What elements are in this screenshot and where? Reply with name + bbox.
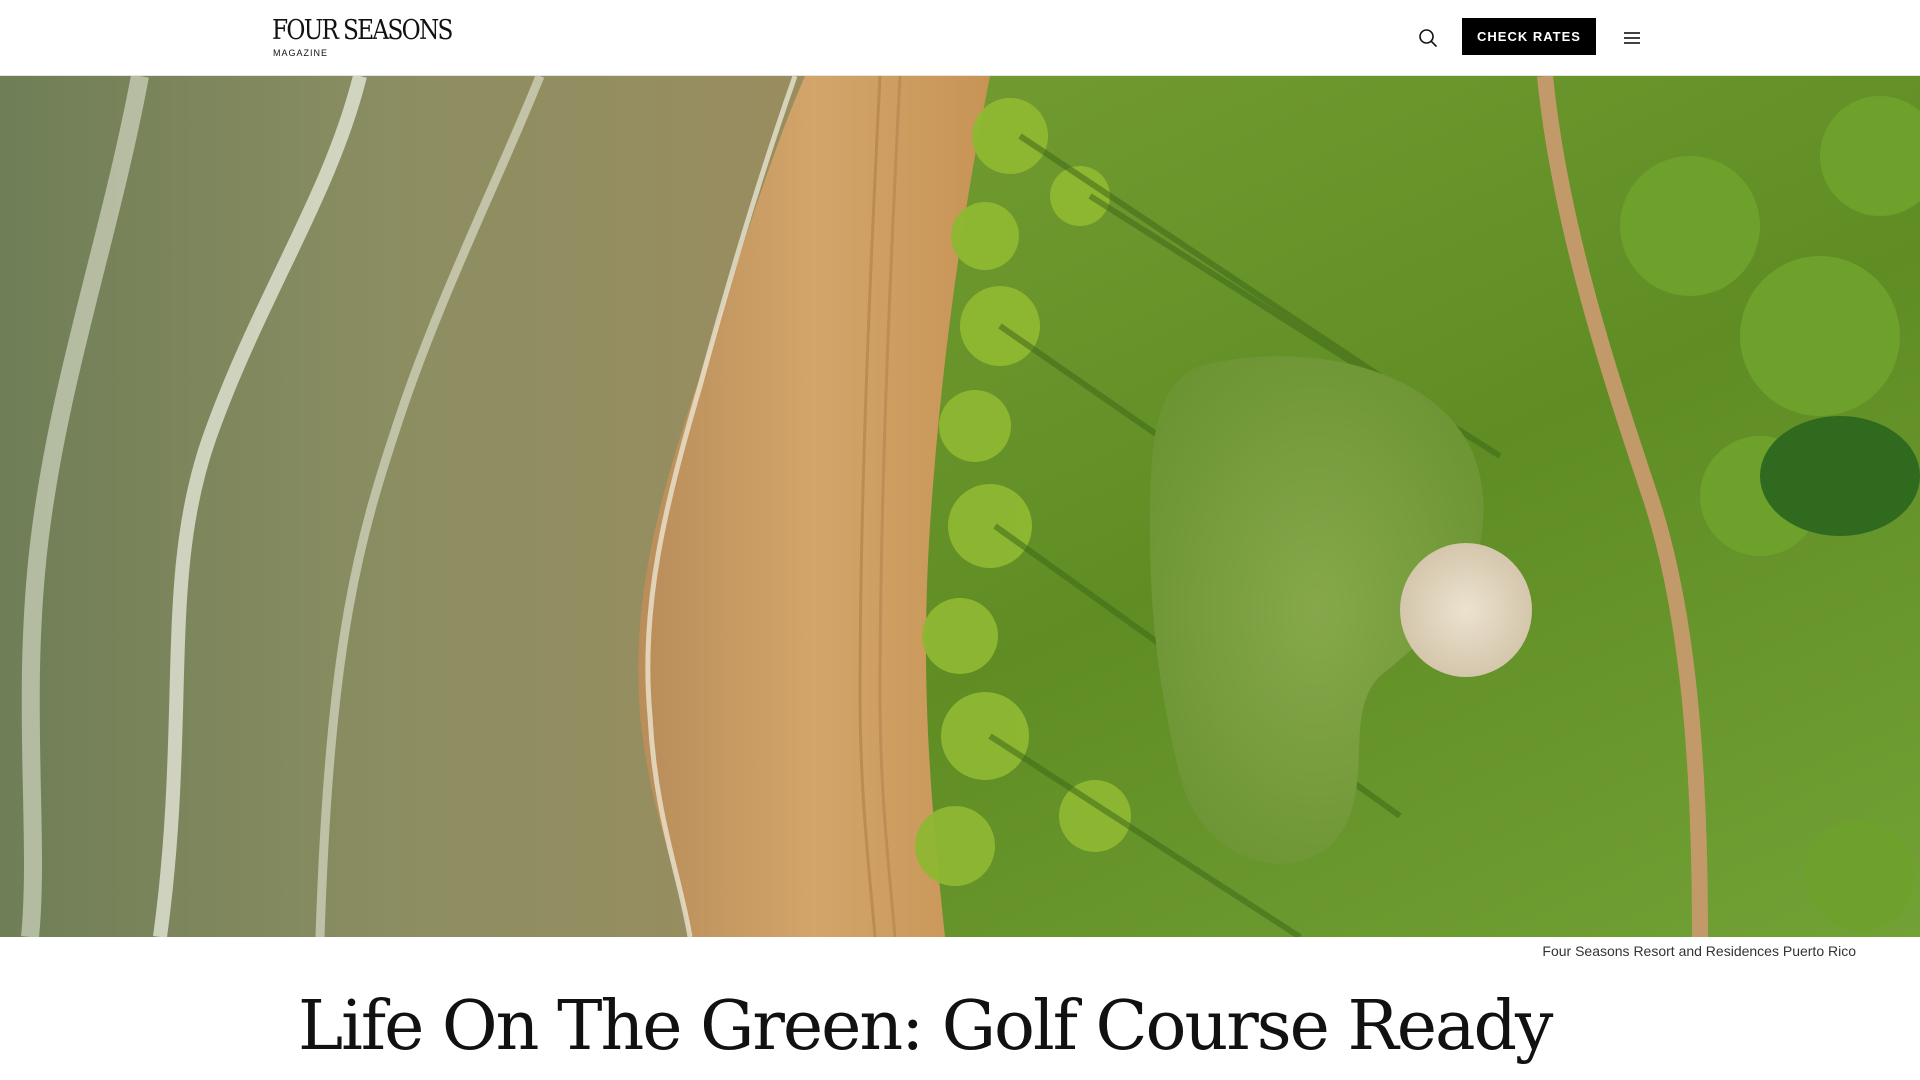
- aerial-golf-course-image: [0, 76, 1920, 937]
- menu-button[interactable]: [1620, 28, 1644, 48]
- four-seasons-magazine-logo[interactable]: FOUR SEASONS MAGAZINE: [272, 16, 453, 59]
- search-icon: [1419, 29, 1437, 47]
- check-rates-button[interactable]: CHECK RATES: [1462, 18, 1596, 55]
- article-title: Life On The Green: Golf Course Ready: [298, 987, 1553, 1066]
- logo-wordmark: FOUR SEASONS: [272, 15, 453, 46]
- search-button[interactable]: [1416, 26, 1440, 50]
- hamburger-menu-icon: [1624, 32, 1640, 44]
- site-header: FOUR SEASONS MAGAZINE CHECK RATES: [0, 0, 1920, 76]
- logo-subtitle: MAGAZINE: [273, 48, 329, 58]
- hero-image: [0, 76, 1920, 937]
- hero-image-caption: Four Seasons Resort and Residences Puert…: [1542, 943, 1856, 959]
